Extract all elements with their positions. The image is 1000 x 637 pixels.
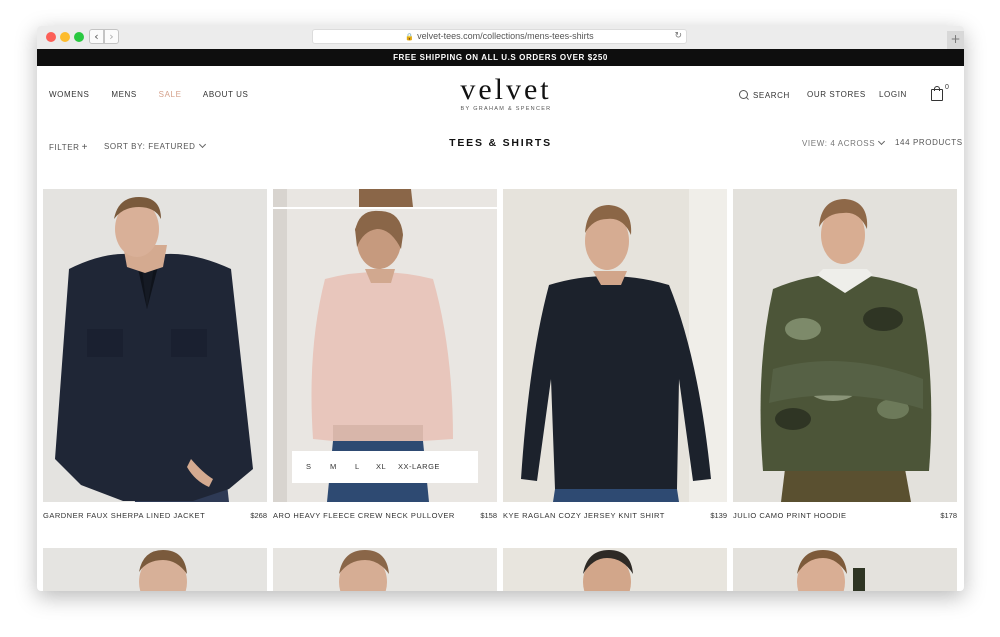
product-image[interactable] xyxy=(43,189,267,502)
nav-about-us[interactable]: ABOUT US xyxy=(203,90,249,99)
chevron-down-icon xyxy=(198,140,206,149)
address-bar[interactable]: 🔒 velvet-tees.com/collections/mens-tees-s… xyxy=(312,29,687,44)
product-card[interactable]: S M L XL XX-LARGE ARO HEAVY FLEECE CREW … xyxy=(273,189,497,520)
product-image[interactable] xyxy=(733,189,957,502)
search-label: SEARCH xyxy=(753,91,790,100)
url-text: velvet-tees.com/collections/mens-tees-sh… xyxy=(417,31,594,41)
product-name[interactable]: KYE RAGLAN COZY JERSEY KNIT SHIRT xyxy=(503,511,665,520)
size-option-xl[interactable]: XL xyxy=(376,462,386,471)
new-tab-button[interactable]: + xyxy=(947,31,964,49)
product-image[interactable] xyxy=(503,548,727,591)
sort-dropdown[interactable]: SORT BY: FEATURED xyxy=(104,140,206,151)
product-price: $158 xyxy=(480,511,497,520)
logo-subtitle: BY GRAHAM & SPENCER xyxy=(460,106,552,112)
view-dropdown[interactable]: VIEW: 4 ACROSS xyxy=(802,137,886,148)
our-stores-link[interactable]: OUR STORES xyxy=(807,90,866,99)
product-price: $268 xyxy=(250,511,267,520)
reload-icon[interactable]: ↻ xyxy=(674,30,682,43)
close-window-button[interactable] xyxy=(46,32,56,42)
lock-icon: 🔒 xyxy=(405,33,415,41)
product-count: 144 PRODUCTS xyxy=(895,138,963,147)
product-card[interactable]: JULIO CAMO PRINT HOODIE $178 xyxy=(733,189,957,520)
product-price: $178 xyxy=(940,511,957,520)
size-option-s[interactable]: S xyxy=(306,462,312,471)
product-name[interactable]: GARDNER FAUX SHERPA LINED JACKET xyxy=(43,511,205,520)
size-option-m[interactable]: M xyxy=(330,462,337,471)
logo-wordmark: velvet xyxy=(460,73,552,106)
nav-womens[interactable]: WOMENS xyxy=(49,90,90,99)
back-button[interactable]: ‹ xyxy=(89,29,104,44)
browser-titlebar: ‹ › 🔒 velvet-tees.com/collections/mens-te… xyxy=(37,26,964,50)
zoom-window-button[interactable] xyxy=(74,32,84,42)
site-logo[interactable]: velvet BY GRAHAM & SPENCER xyxy=(447,73,565,113)
product-image[interactable] xyxy=(43,548,267,591)
view-label: VIEW: 4 ACROSS xyxy=(802,139,876,148)
browser-window: ‹ › 🔒 velvet-tees.com/collections/mens-te… xyxy=(37,26,964,591)
search-link[interactable]: SEARCH xyxy=(739,90,790,100)
minimize-window-button[interactable] xyxy=(60,32,70,42)
shopping-bag-icon[interactable] xyxy=(931,86,943,101)
product-image[interactable]: S M L XL XX-LARGE xyxy=(273,189,497,502)
product-card[interactable]: GARDNER FAUX SHERPA LINED JACKET $268 xyxy=(43,189,267,520)
filter-button[interactable]: FILTER + xyxy=(49,142,88,153)
product-image[interactable] xyxy=(503,189,727,502)
product-card[interactable]: KYE RAGLAN COZY JERSEY KNIT SHIRT $139 xyxy=(503,189,727,520)
size-option-xx-large[interactable]: XX-LARGE xyxy=(398,462,440,471)
sort-label: SORT BY: FEATURED xyxy=(104,142,196,151)
size-option-l[interactable]: L xyxy=(355,462,360,471)
product-price: $139 xyxy=(710,511,727,520)
plus-icon: + xyxy=(81,142,89,153)
product-name[interactable]: JULIO CAMO PRINT HOODIE xyxy=(733,511,846,520)
nav-mens[interactable]: MENS xyxy=(111,90,137,99)
main-nav: WOMENS MENS SALE ABOUT US xyxy=(49,90,267,99)
nav-sale[interactable]: SALE xyxy=(159,90,182,99)
chevron-down-icon xyxy=(878,137,886,146)
size-selector: S M L XL XX-LARGE xyxy=(292,451,478,483)
search-icon xyxy=(739,90,748,99)
login-link[interactable]: LOGIN xyxy=(879,90,907,99)
product-image[interactable] xyxy=(273,548,497,591)
product-name[interactable]: ARO HEAVY FLEECE CREW NECK PULLOVER xyxy=(273,511,455,520)
forward-button[interactable]: › xyxy=(104,29,119,44)
product-image[interactable] xyxy=(733,548,957,591)
cart-count: 0 xyxy=(945,84,949,91)
filter-label: FILTER xyxy=(49,143,80,152)
announcement-bar: FREE SHIPPING ON ALL U.S ORDERS OVER $25… xyxy=(37,49,964,66)
page-title: TEES & SHIRTS xyxy=(449,137,552,149)
